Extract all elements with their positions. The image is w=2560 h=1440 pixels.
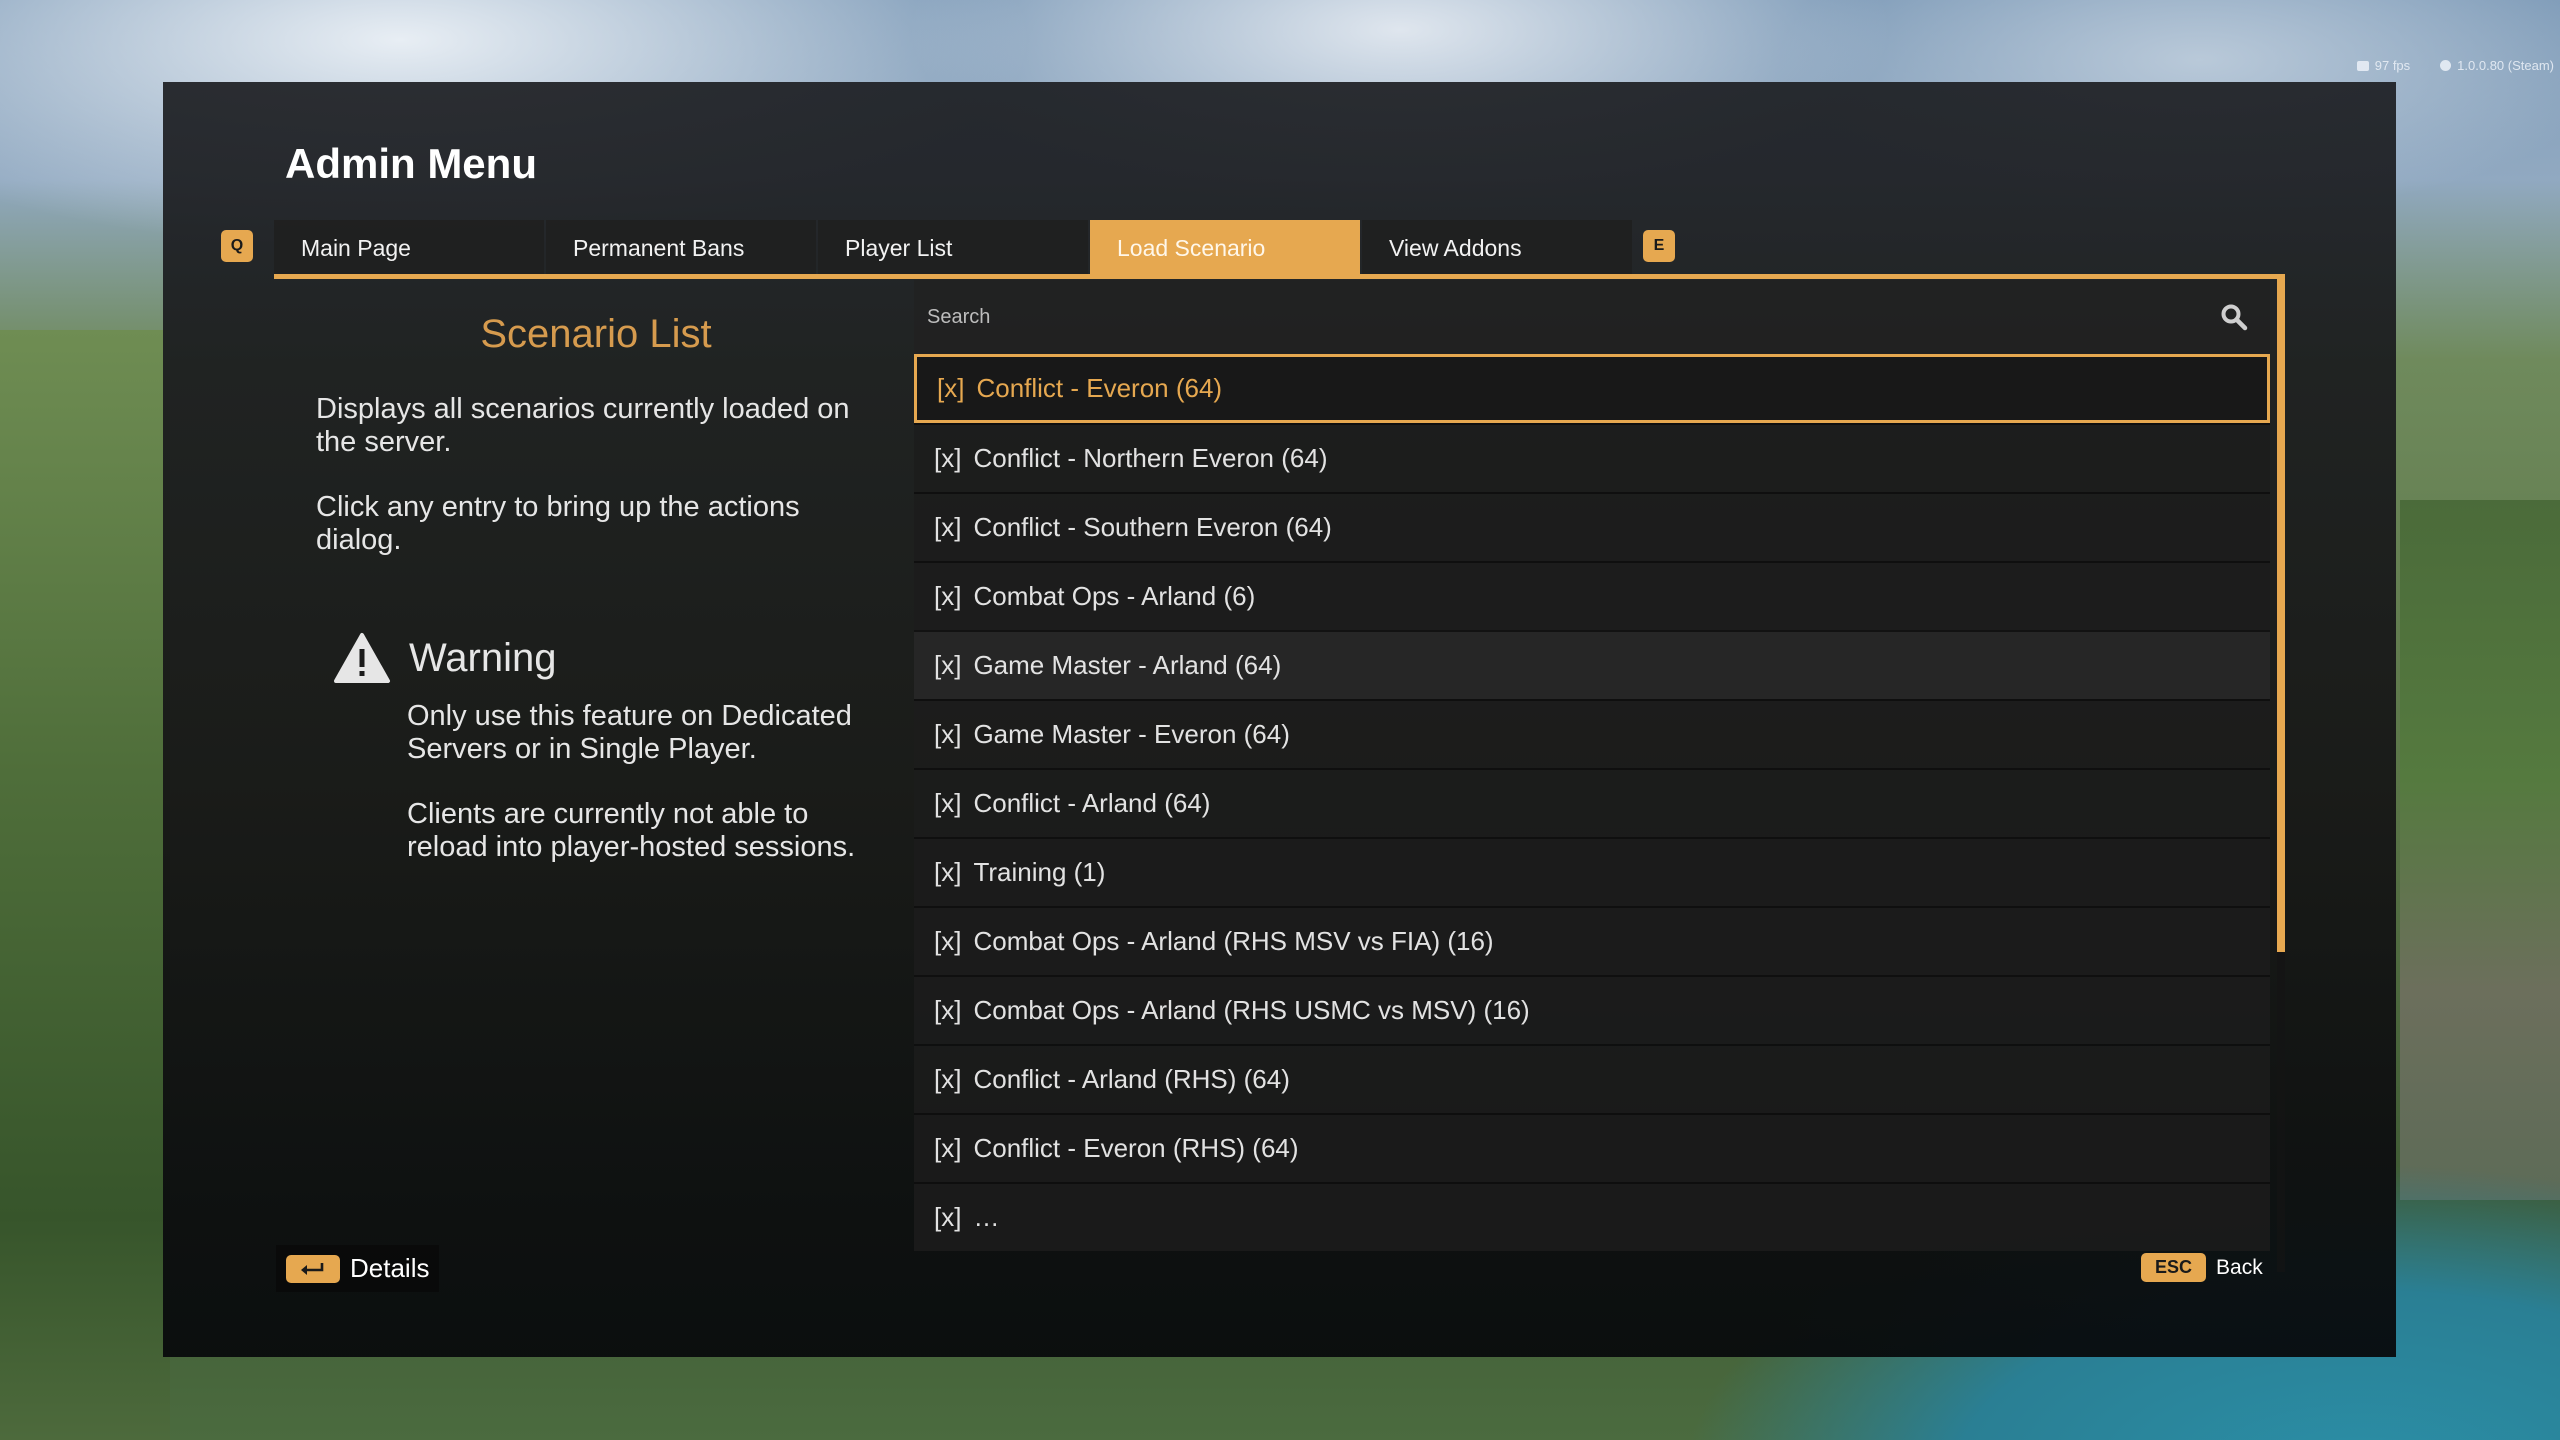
scenario-name: Conflict - Southern Everon (64) bbox=[973, 512, 1332, 542]
hud-overlay: 97 fps 1.0.0.80 (Steam) bbox=[2356, 58, 2554, 73]
scenario-marker: [x] bbox=[934, 443, 962, 473]
warning-paragraph: Only use this feature on Dedicated Serve… bbox=[407, 700, 852, 765]
scenario-name: Game Master - Arland (64) bbox=[973, 650, 1282, 680]
version-label: 1.0.0.80 (Steam) bbox=[2440, 58, 2554, 73]
scenario-name: Combat Ops - Arland (RHS USMC vs MSV) (1… bbox=[973, 995, 1530, 1025]
scenario-name: Combat Ops - Arland (RHS MSV vs FIA) (16… bbox=[973, 926, 1494, 956]
scenario-marker: [x] bbox=[934, 926, 962, 956]
scenario-list-item[interactable]: [x] … bbox=[914, 1182, 2270, 1251]
scenario-marker: [x] bbox=[934, 1133, 962, 1163]
scenario-list-item[interactable]: [x] Conflict - Arland (RHS) (64) bbox=[914, 1044, 2270, 1113]
scenario-marker: [x] bbox=[934, 512, 962, 542]
scenario-marker: [x] bbox=[934, 1064, 962, 1094]
scenario-list-item[interactable]: [x] Training (1) bbox=[914, 837, 2270, 906]
list-scrollbar-thumb[interactable] bbox=[2277, 274, 2285, 952]
tab-bar: Main Page Permanent Bans Player List Loa… bbox=[274, 220, 1634, 276]
scenario-marker: [x] bbox=[934, 581, 962, 611]
info-title: Scenario List bbox=[480, 312, 712, 356]
info-icon bbox=[2440, 60, 2452, 71]
search-bar bbox=[914, 280, 2270, 354]
scenario-name: Conflict - Everon (64) bbox=[976, 373, 1223, 403]
background-terrain-left bbox=[0, 330, 170, 1440]
scenario-marker: [x] bbox=[934, 719, 962, 749]
next-tab-key-hint[interactable]: E bbox=[1643, 230, 1675, 262]
fps-counter: 97 fps bbox=[2356, 58, 2410, 73]
scenario-name: Conflict - Everon (RHS) (64) bbox=[973, 1133, 1299, 1163]
tab-main-page[interactable]: Main Page bbox=[274, 220, 544, 276]
info-paragraph: Click any entry to bring up the actions … bbox=[316, 491, 800, 556]
details-label: Details bbox=[350, 1253, 430, 1283]
tab-permanent-bans[interactable]: Permanent Bans bbox=[546, 220, 816, 276]
scenario-name: … bbox=[973, 1202, 1000, 1232]
scenario-marker: [x] bbox=[934, 1202, 962, 1232]
scenario-list-item[interactable]: [x] Conflict - Everon (RHS) (64) bbox=[914, 1113, 2270, 1182]
info-paragraph: Displays all scenarios currently loaded … bbox=[316, 393, 850, 458]
back-label: Back bbox=[2216, 1255, 2263, 1279]
scenario-list-item[interactable]: [x] Combat Ops - Arland (RHS USMC vs MSV)… bbox=[914, 975, 2270, 1044]
prev-tab-key-hint[interactable]: Q bbox=[221, 230, 253, 262]
search-icon[interactable] bbox=[2220, 303, 2248, 331]
scenario-list-item[interactable]: [x] Game Master - Arland (64) bbox=[914, 630, 2270, 699]
list-scrollbar-track[interactable] bbox=[2277, 952, 2285, 1272]
warning-title: Warning bbox=[409, 635, 557, 680]
scenario-list-item[interactable]: [x] Conflict - Southern Everon (64) bbox=[914, 492, 2270, 561]
scenario-name: Game Master - Everon (64) bbox=[973, 719, 1290, 749]
page-title: Admin Menu bbox=[285, 140, 537, 187]
scenario-marker: [x] bbox=[934, 650, 962, 680]
scenario-marker: [x] bbox=[934, 995, 962, 1025]
scenario-name: Training (1) bbox=[973, 857, 1106, 887]
scenario-marker: [x] bbox=[934, 857, 962, 887]
scenario-list-item[interactable]: [x] Conflict - Arland (64) bbox=[914, 768, 2270, 837]
scenario-name: Conflict - Arland (64) bbox=[973, 788, 1211, 818]
warning-box: Warning Only use this feature on Dedicat… bbox=[333, 632, 893, 896]
warning-header: Warning bbox=[333, 632, 893, 684]
scenario-name: Conflict - Northern Everon (64) bbox=[973, 443, 1328, 473]
tab-load-scenario[interactable]: Load Scenario bbox=[1090, 220, 1360, 276]
scenario-marker: [x] bbox=[937, 373, 965, 403]
tab-view-addons[interactable]: View Addons bbox=[1362, 220, 1632, 276]
scenario-list-item[interactable]: [x] Conflict - Everon (64) bbox=[914, 354, 2270, 423]
scenario-list-item[interactable]: [x] Combat Ops - Arland (6) bbox=[914, 561, 2270, 630]
search-input[interactable] bbox=[927, 305, 2220, 329]
scenario-name: Combat Ops - Arland (6) bbox=[973, 581, 1256, 611]
monitor-icon bbox=[2356, 60, 2369, 71]
tab-underline-divider bbox=[274, 274, 2284, 279]
scenario-list-item[interactable]: [x] Conflict - Northern Everon (64) bbox=[914, 423, 2270, 492]
esc-key-hint: ESC bbox=[2141, 1253, 2207, 1282]
admin-menu-panel: Admin Menu Q Main Page Permanent Bans Pl… bbox=[163, 82, 2396, 1357]
scenario-list-item[interactable]: [x] Combat Ops - Arland (RHS MSV vs FIA) … bbox=[914, 906, 2270, 975]
scenario-name: Conflict - Arland (RHS) (64) bbox=[973, 1064, 1290, 1094]
scenario-list-item[interactable]: [x] Game Master - Everon (64) bbox=[914, 699, 2270, 768]
details-button[interactable]: Details bbox=[276, 1245, 440, 1292]
scenario-info: Scenario List Displays all scenarios cur… bbox=[316, 312, 876, 589]
back-button[interactable]: ESC Back bbox=[2131, 1245, 2273, 1290]
scenario-list: [x] Conflict - Everon (64) [x] Conflict - N… bbox=[914, 354, 2270, 1288]
warning-paragraph: Clients are currently not able to reload… bbox=[407, 798, 856, 863]
enter-key-icon bbox=[286, 1254, 340, 1283]
warning-triangle-icon bbox=[334, 633, 390, 683]
tab-player-list[interactable]: Player List bbox=[818, 220, 1088, 276]
scenario-marker: [x] bbox=[934, 788, 962, 818]
